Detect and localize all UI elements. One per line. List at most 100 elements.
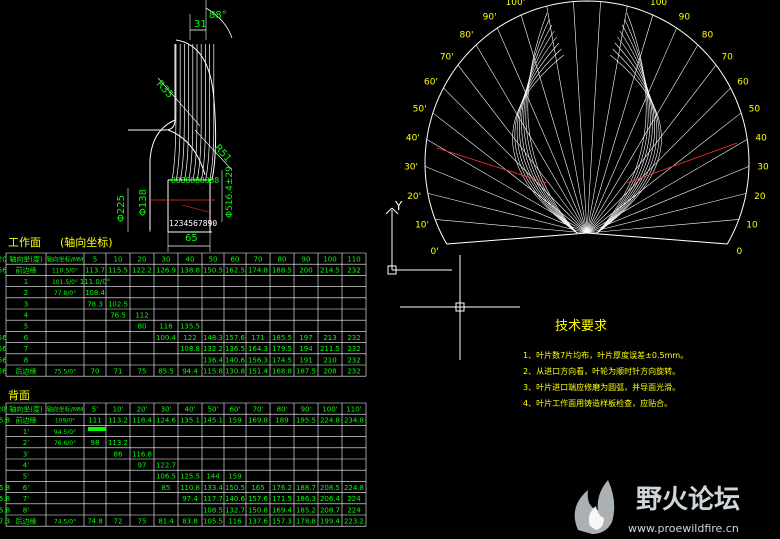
table-header-cell: 20 xyxy=(138,256,147,264)
table-cell: 76.6/0° xyxy=(54,440,76,447)
table-header-cell: 70' xyxy=(253,406,264,414)
table-cell: 122.2 xyxy=(132,267,152,275)
table-cell: 169.4 xyxy=(272,506,293,514)
table-cell: 245.8 xyxy=(0,484,10,492)
radial-line xyxy=(586,232,728,245)
table-cell: 7 xyxy=(24,345,28,353)
table-cell: 8' xyxy=(23,506,29,514)
blade-streamlines xyxy=(171,44,215,181)
ucs-icon xyxy=(385,207,452,275)
table-cell: 213 xyxy=(323,334,336,342)
table-cell: 164.3 xyxy=(248,345,268,353)
work-table-subtitle: (轴向坐标) xyxy=(60,235,113,249)
table-cell: 178.8 xyxy=(296,518,316,526)
table-cell: 188.5 xyxy=(272,267,292,275)
table-header-cell: 轴向坐标/MM xyxy=(47,256,83,264)
table-cell: 3 xyxy=(24,300,28,308)
radial-line xyxy=(427,193,588,234)
table-cell: 125.5 xyxy=(180,473,200,481)
table-cell: 199.4 xyxy=(320,518,341,526)
streamline xyxy=(192,44,198,181)
table-cell: 74.8 xyxy=(87,518,103,526)
polar-label-right: 60 xyxy=(737,77,749,87)
polar-label-right: 0 xyxy=(737,247,743,257)
table-cell: 7' xyxy=(23,495,29,503)
radial-line xyxy=(457,64,588,234)
table-cell: 224.8 xyxy=(320,417,340,425)
radial-line xyxy=(424,166,588,234)
table-cell: 98 xyxy=(91,439,100,447)
table-header-cell: 5 xyxy=(93,256,97,264)
table-cell: 6 xyxy=(24,334,29,342)
table-cell: 106.5 xyxy=(156,473,176,481)
table-header-cell: 40 xyxy=(186,256,195,264)
blade-profile-left xyxy=(516,42,578,234)
table-cell: 171.5 xyxy=(272,495,292,503)
table-cell: 75 xyxy=(138,368,147,376)
table-cell: 130.8 xyxy=(225,368,245,376)
table-header-cell: 50 xyxy=(209,256,218,264)
table-cell: 94.5/0° xyxy=(54,429,76,436)
radial-line xyxy=(586,64,717,234)
table-cell: 150.5 xyxy=(203,267,223,275)
station-digits-bottom: 1234567890 xyxy=(169,219,217,228)
table-cell: 2' xyxy=(23,439,29,447)
table-cell: 1' xyxy=(23,428,29,436)
table-cell: 256 xyxy=(0,334,7,342)
cad-canvas[interactable]: 88° 31 R35 R51 Φ225 Φ138 Φ516.4±29 65 88… xyxy=(0,0,780,539)
table-header-cell: 40' xyxy=(185,406,196,414)
dim-138-label: Φ138 xyxy=(138,189,149,216)
table-cell: 168.8 xyxy=(272,368,292,376)
table-cell: 113.2 xyxy=(108,417,128,425)
table-header-cell: 10 xyxy=(114,256,123,264)
table-header-cell: 100 xyxy=(323,256,336,264)
table-cell: 197 xyxy=(299,334,312,342)
blade-profile-right xyxy=(596,12,647,234)
streamline xyxy=(175,44,181,181)
table-cell: 133.4 xyxy=(203,484,224,492)
table-header-cell: 轴向坐(度) xyxy=(9,255,43,264)
table-cell: 108.5 xyxy=(203,506,223,514)
table-cell: 200 xyxy=(299,267,312,275)
table-cell: 78.3 xyxy=(87,300,103,308)
tech-item-4: 4、叶片工作面用铸造样板检查，应贴合。 xyxy=(523,398,672,408)
table-cell: 179.5 xyxy=(272,345,292,353)
table-cell: 150.5 xyxy=(225,484,245,492)
table-cell: 223.2 xyxy=(344,518,364,526)
polar-label-right: 10 xyxy=(746,220,758,230)
dim-65-label: 65 xyxy=(185,233,198,244)
blade-profile-right xyxy=(596,18,649,234)
table-cell: 210 xyxy=(323,356,336,364)
polar-label-left: 100' xyxy=(506,0,526,8)
table-cell: 85.5 xyxy=(158,368,174,376)
table-header-cell: 110' xyxy=(346,406,361,414)
watermark: 野火论坛 www.proewildfire.cn xyxy=(574,480,740,535)
table-header-cell: 10' xyxy=(113,406,124,414)
table-cell: 102.5 xyxy=(108,300,128,308)
table-header-cell: 120 xyxy=(0,256,7,264)
table-cell: 112 xyxy=(135,312,148,320)
radial-line xyxy=(586,87,731,234)
cursor-crosshair[interactable] xyxy=(400,255,520,360)
dim-225-label: Φ225 xyxy=(116,195,127,222)
table-header-cell: 30 xyxy=(162,256,171,264)
flame-logo-icon xyxy=(574,480,615,534)
table-cell: 224 xyxy=(347,495,361,503)
table-header-cell: 120' xyxy=(0,406,8,414)
table-cell: 101.5/0° xyxy=(52,279,78,286)
table-cell: 159 xyxy=(228,417,241,425)
table-header-cell: 70 xyxy=(254,256,263,264)
blade-profile-right xyxy=(596,48,660,234)
table-cell: 232 xyxy=(347,267,360,275)
table-cell: 75.5/0° xyxy=(54,369,76,376)
radial-line xyxy=(446,232,588,245)
work-table: 轴向坐(度)轴向坐标/MM510203040506070809010011012… xyxy=(0,252,367,377)
table-cell: 157.6 xyxy=(225,334,246,342)
table-cell: 185.5 xyxy=(272,334,292,342)
table-cell: 140.6 xyxy=(225,356,246,364)
table-cell: 162.5 xyxy=(225,267,245,275)
table-header-cell: 50' xyxy=(208,406,219,414)
table-cell: 118.4 xyxy=(132,417,153,425)
table-cell: 111.0/0° xyxy=(80,278,110,286)
table-cell: 3' xyxy=(23,450,29,458)
